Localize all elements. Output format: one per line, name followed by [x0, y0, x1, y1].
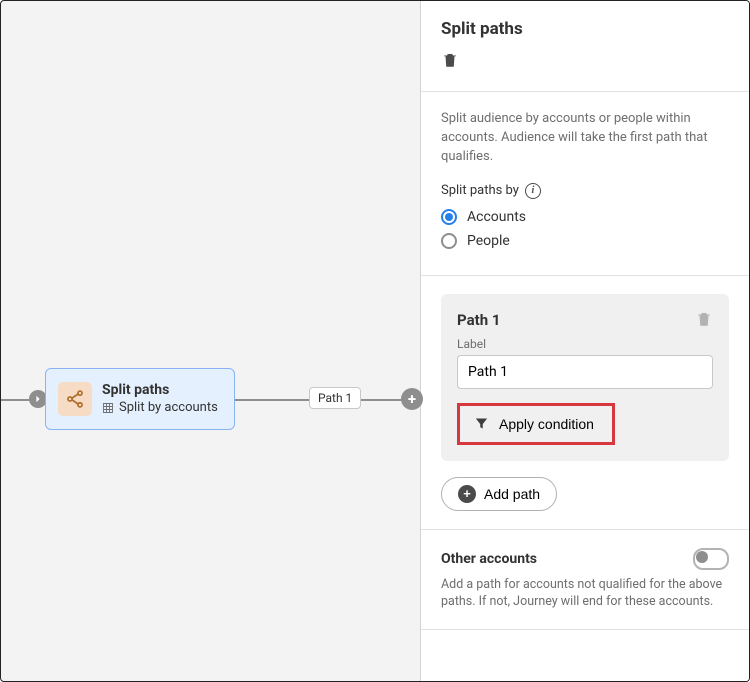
canvas-path-label[interactable]: Path 1 — [309, 387, 361, 409]
radio-people[interactable]: People — [441, 233, 729, 249]
info-icon[interactable]: i — [525, 183, 541, 199]
panel-description: Split audience by accounts or people wit… — [441, 110, 729, 167]
split-icon — [58, 382, 92, 416]
apply-condition-highlight: Apply condition — [457, 403, 615, 445]
journey-canvas[interactable]: Split paths Split by accounts Path 1 + — [1, 1, 421, 681]
table-icon — [102, 402, 114, 414]
other-accounts-toggle[interactable] — [693, 548, 729, 570]
delete-node-button[interactable] — [441, 51, 459, 72]
trash-icon — [441, 51, 459, 69]
panel-title: Split paths — [441, 19, 729, 39]
other-accounts-description: Add a path for accounts not qualified fo… — [441, 576, 729, 611]
node-subtitle: Split by accounts — [102, 400, 218, 416]
split-paths-node[interactable]: Split paths Split by accounts — [45, 368, 235, 430]
app-root: Split paths Split by accounts Path 1 + S… — [0, 0, 750, 682]
plus-icon: + — [458, 485, 476, 503]
panel-header-section: Split paths — [421, 1, 749, 92]
path-label-field-label: Label — [457, 337, 713, 351]
other-accounts-title: Other accounts — [441, 551, 537, 567]
apply-condition-button[interactable]: Apply condition — [464, 410, 608, 438]
other-accounts-section: Other accounts Add a path for accounts n… — [421, 530, 749, 630]
path-card: Path 1 Label Apply condition — [441, 294, 729, 461]
add-node-button[interactable]: + — [401, 388, 423, 410]
add-path-button[interactable]: + Add path — [441, 477, 557, 511]
radio-icon — [441, 209, 457, 225]
radio-accounts[interactable]: Accounts — [441, 209, 729, 225]
filter-icon — [474, 416, 489, 431]
path-label-input[interactable] — [457, 355, 713, 389]
node-text: Split paths Split by accounts — [102, 382, 218, 416]
paths-section: Path 1 Label Apply condition + Add path — [421, 276, 749, 530]
path-card-title: Path 1 — [457, 311, 500, 329]
properties-panel: Split paths Split audience by accounts o… — [421, 1, 749, 681]
split-by-section: Split audience by accounts or people wit… — [421, 92, 749, 276]
radio-icon — [441, 233, 457, 249]
delete-path-button[interactable] — [695, 310, 713, 331]
node-title: Split paths — [102, 382, 218, 400]
split-by-label: Split paths by i — [441, 183, 729, 199]
toggle-knob — [696, 551, 708, 563]
trash-icon — [695, 310, 713, 328]
